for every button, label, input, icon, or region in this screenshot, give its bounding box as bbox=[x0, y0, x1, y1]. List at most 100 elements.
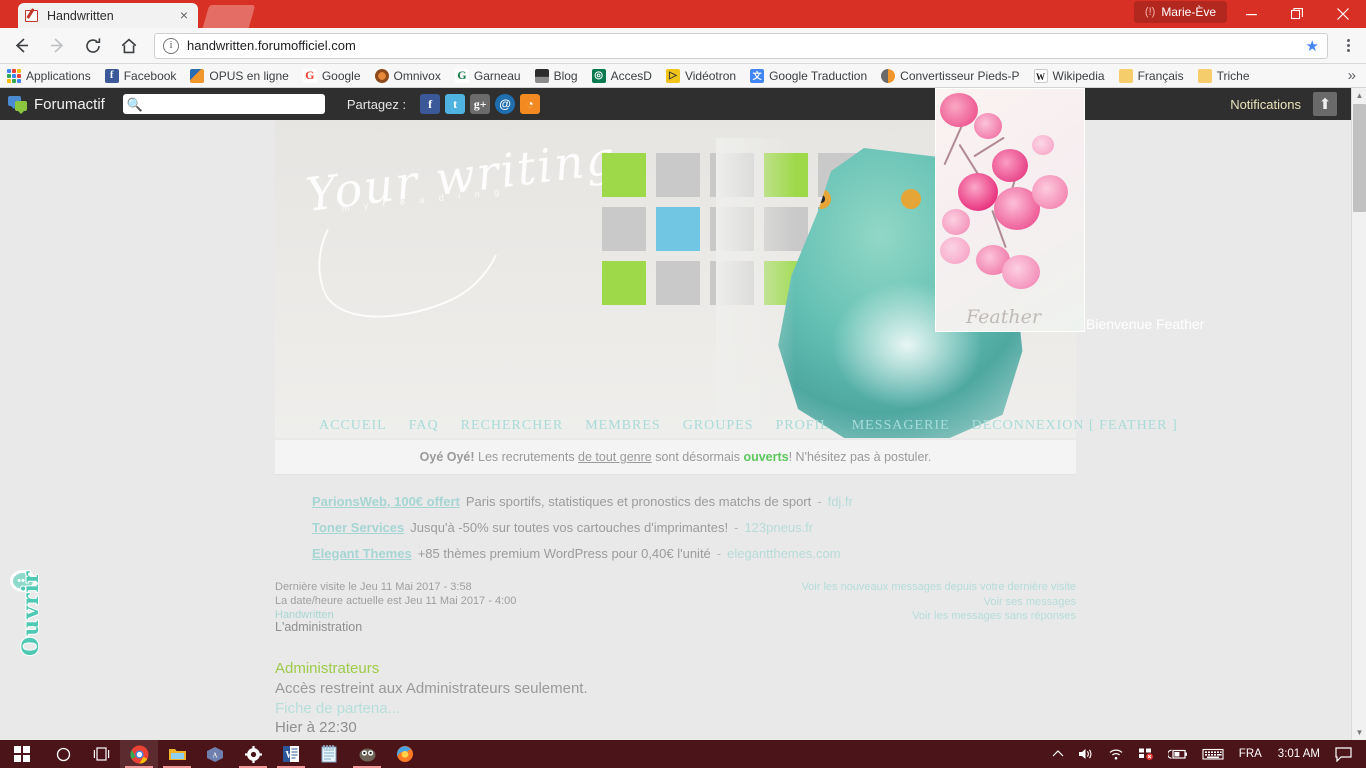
ad-title[interactable]: Toner Services bbox=[312, 520, 404, 535]
bookmark-accesd[interactable]: ◎ AccesD bbox=[585, 66, 659, 86]
ad-domain[interactable]: elegantthemes.com bbox=[727, 546, 840, 561]
file-explorer-icon[interactable] bbox=[158, 740, 196, 768]
bookmark-videotron[interactable]: ▷ Vidéotron bbox=[659, 66, 743, 86]
nav-item-faq[interactable]: FAQ bbox=[409, 418, 439, 434]
bookmark-label: Omnivox bbox=[393, 68, 441, 83]
forumactif-logo[interactable]: Forumactif bbox=[8, 95, 105, 114]
action-center-icon[interactable] bbox=[1328, 746, 1366, 762]
settings-icon[interactable] bbox=[234, 740, 272, 768]
tile bbox=[710, 153, 754, 197]
close-window-icon[interactable] bbox=[1320, 0, 1366, 28]
nav-item-membres[interactable]: MEMBRES bbox=[585, 418, 660, 434]
bookmark-applications[interactable]: Applications bbox=[0, 66, 98, 86]
clock[interactable]: 3:01 AM bbox=[1270, 748, 1328, 760]
url-text[interactable]: handwritten.forumofficiel.com bbox=[187, 38, 1306, 53]
page-scrollbar[interactable]: ▲ ▼ bbox=[1351, 88, 1366, 740]
link-unanswered-messages[interactable]: Voir les messages sans réponses bbox=[801, 609, 1076, 624]
tile bbox=[656, 207, 700, 251]
blog-icon bbox=[534, 68, 549, 83]
gimp-icon[interactable] bbox=[348, 740, 386, 768]
bookmark-label: Applications bbox=[26, 68, 91, 83]
scroll-down-arrow[interactable]: ▼ bbox=[1352, 725, 1366, 740]
scroll-up-arrow[interactable]: ▲ bbox=[1352, 88, 1366, 103]
bookmark-star-icon[interactable]: ★ bbox=[1306, 37, 1323, 55]
task-view-icon[interactable] bbox=[82, 740, 120, 768]
bookmark-opus[interactable]: OPUS en ligne bbox=[183, 66, 295, 86]
bookmark-google-traduction[interactable]: 文 Google Traduction bbox=[743, 66, 874, 86]
cortana-search-icon[interactable] bbox=[44, 740, 82, 768]
bookmark-folder-francais[interactable]: Français bbox=[1112, 66, 1191, 86]
ad-title[interactable]: ParionsWeb, 100€ offert bbox=[312, 494, 460, 509]
tile bbox=[602, 207, 646, 251]
bookmark-garneau[interactable]: G Garneau bbox=[448, 66, 528, 86]
ad-title[interactable]: Elegant Themes bbox=[312, 546, 412, 561]
bookmark-google[interactable]: G Google bbox=[296, 66, 368, 86]
tray-chevron-icon[interactable] bbox=[1045, 749, 1071, 759]
link-new-messages[interactable]: Voir les nouveaux messages depuis votre … bbox=[801, 580, 1076, 595]
nav-item-deconnexion[interactable]: DECONNEXION [ FEATHER ] bbox=[972, 418, 1178, 434]
minimize-icon[interactable] bbox=[1228, 0, 1274, 28]
twitter-share-icon[interactable]: t bbox=[445, 94, 466, 114]
volume-icon[interactable] bbox=[1071, 747, 1101, 761]
profile-chip[interactable]: (!) Marie-Ève bbox=[1133, 1, 1227, 23]
category-last-topic[interactable]: Fiche de partena... bbox=[275, 700, 1076, 717]
bookmark-facebook[interactable]: f Facebook bbox=[98, 66, 184, 86]
ad-domain[interactable]: fdj.fr bbox=[828, 494, 853, 509]
image-signature: Feather bbox=[966, 306, 1041, 328]
system-tray: FRA 3:01 AM bbox=[1045, 740, 1366, 768]
bookmark-omnivox[interactable]: Omnivox bbox=[368, 66, 448, 86]
firefox-icon[interactable] bbox=[386, 740, 424, 768]
word-icon[interactable]: W bbox=[272, 740, 310, 768]
battery-charging-icon[interactable] bbox=[1161, 747, 1195, 761]
rss-share-icon[interactable]: ◔ bbox=[520, 94, 541, 114]
bookmark-wikipedia[interactable]: W Wikipedia bbox=[1027, 66, 1112, 86]
language-indicator[interactable]: FRA bbox=[1231, 748, 1270, 760]
nav-item-profil[interactable]: PROFIL bbox=[775, 418, 829, 434]
facebook-share-icon[interactable]: f bbox=[420, 94, 441, 114]
network-error-icon[interactable] bbox=[1131, 747, 1161, 761]
reload-button[interactable] bbox=[78, 31, 108, 61]
nav-item-accueil[interactable]: ACCUEIL bbox=[319, 418, 387, 434]
feather-flowers-image: Feather bbox=[935, 88, 1085, 332]
forward-button[interactable] bbox=[42, 31, 72, 61]
googleplus-share-icon[interactable]: g+ bbox=[470, 94, 491, 114]
nav-item-rechercher[interactable]: RECHERCHER bbox=[461, 418, 564, 434]
kebab-menu-icon[interactable] bbox=[1334, 31, 1362, 61]
notifications-toggle-button[interactable]: ⬆ bbox=[1313, 92, 1337, 116]
notifications-label[interactable]: Notifications bbox=[1230, 97, 1301, 112]
maximize-icon[interactable] bbox=[1274, 0, 1320, 28]
scrollbar-thumb[interactable] bbox=[1353, 104, 1366, 212]
close-icon[interactable]: × bbox=[176, 8, 192, 24]
bookmark-label: Convertisseur Pieds-P bbox=[900, 68, 1020, 83]
wifi-icon[interactable] bbox=[1101, 747, 1131, 761]
folder-icon bbox=[1197, 68, 1212, 83]
bookmarks-overflow-button[interactable]: » bbox=[1338, 67, 1366, 84]
nav-item-groupes[interactable]: GROUPES bbox=[683, 418, 754, 434]
ad-separator: - bbox=[716, 545, 722, 561]
category-title[interactable]: Administrateurs bbox=[275, 660, 1076, 677]
link-own-messages[interactable]: Voir ses messages bbox=[801, 595, 1076, 610]
home-button[interactable] bbox=[114, 31, 144, 61]
site-info-icon[interactable]: i bbox=[163, 37, 179, 54]
forumactif-search-input[interactable]: 🔍 bbox=[122, 94, 325, 114]
bookmark-folder-triche[interactable]: Triche bbox=[1191, 66, 1257, 86]
browser-tab[interactable]: Handwritten × bbox=[18, 3, 198, 28]
bookmark-blog[interactable]: Blog bbox=[528, 66, 585, 86]
ad-domain[interactable]: 123pneus.fr bbox=[744, 520, 813, 535]
address-bar[interactable]: i handwritten.forumofficiel.com ★ bbox=[154, 32, 1328, 59]
chrome-taskbar-icon[interactable] bbox=[120, 740, 158, 768]
start-button[interactable] bbox=[0, 740, 44, 768]
sidebar-open-tab[interactable]: ••• Ouvrir bbox=[6, 570, 45, 660]
svg-text:A: A bbox=[212, 751, 217, 759]
bookmark-convertisseur[interactable]: Convertisseur Pieds-P bbox=[874, 66, 1026, 86]
keyboard-icon[interactable] bbox=[1195, 747, 1231, 761]
email-share-icon[interactable]: @ bbox=[495, 94, 516, 114]
nav-item-messagerie[interactable]: MESSAGERIE bbox=[852, 418, 950, 434]
notepad-icon[interactable] bbox=[310, 740, 348, 768]
bookmark-label: Triche bbox=[1216, 68, 1250, 83]
announcement-link[interactable]: de tout genre bbox=[578, 450, 652, 464]
bookmarks-bar: Applications f Facebook OPUS en ligne G … bbox=[0, 64, 1366, 88]
antidote-icon[interactable]: A bbox=[196, 740, 234, 768]
new-tab-button[interactable] bbox=[202, 5, 256, 28]
back-button[interactable] bbox=[6, 31, 36, 61]
